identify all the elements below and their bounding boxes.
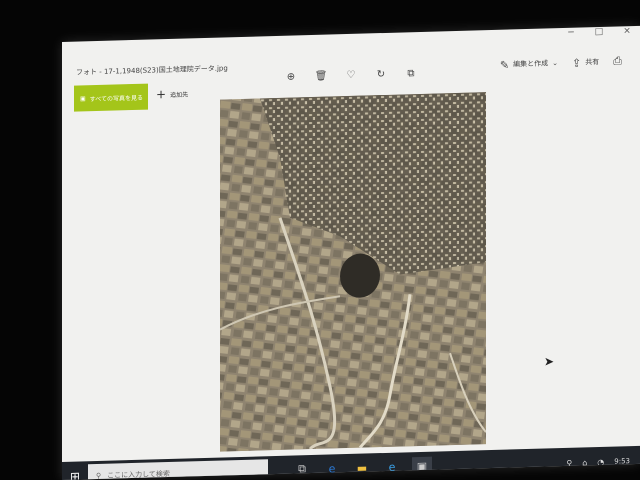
edit-create-button[interactable]: ✎ 編集と作成 ⌄	[499, 57, 558, 72]
photos-app-icon[interactable]: ▣	[412, 456, 432, 478]
task-view-icon[interactable]: ⧉	[292, 460, 312, 479]
zoom-in-icon[interactable]: ⊕	[284, 71, 298, 82]
system-tray: ⚲ ⌂ ◔ 9:53	[566, 457, 630, 467]
favorite-icon[interactable]: ♡	[344, 70, 358, 81]
volume-icon[interactable]: ◔	[597, 457, 604, 466]
taskbar-apps: ⧉ e ▬ e ▣	[292, 456, 432, 480]
file-explorer-icon[interactable]: ▬	[352, 458, 372, 477]
edit-label: 編集と作成	[513, 59, 549, 69]
add-to-button[interactable]: + 追加先	[156, 86, 188, 101]
print-button[interactable]: ⎙	[613, 54, 622, 68]
share-label: 共有	[585, 57, 600, 67]
view-all-photos-button[interactable]: ▣ すべての写真を見る	[74, 83, 148, 112]
taskbar-search-input[interactable]: ⚲ ここに入力して検索	[88, 459, 268, 480]
edge-icon[interactable]: e	[322, 459, 342, 478]
plus-icon: +	[156, 87, 167, 102]
aerial-photo	[219, 92, 487, 452]
chevron-down-icon: ⌄	[552, 59, 558, 68]
clock[interactable]: 9:53	[614, 457, 630, 465]
aerial-photo-image	[219, 92, 487, 452]
maximize-button[interactable]: □	[592, 27, 606, 41]
minimize-button[interactable]: −	[564, 28, 578, 42]
image-toolbar: ⊕ 🗑 ♡ ↻ ⧉	[284, 68, 418, 83]
app-window: フォト - 17-1,1948(S23)国土地理院データ.jpg − □ × ▣…	[62, 25, 640, 480]
search-icon: ⚲	[96, 471, 102, 480]
toolbar-right: ✎ 編集と作成 ⌄ ⇪ 共有 ⎙	[500, 54, 622, 71]
search-placeholder: ここに入力して検索	[107, 469, 170, 480]
close-button[interactable]: ×	[620, 26, 634, 40]
window-title: フォト - 17-1,1948(S23)国土地理院データ.jpg	[76, 64, 228, 77]
people-icon[interactable]: ⚲	[566, 458, 572, 467]
crop-icon[interactable]: ⧉	[404, 68, 418, 79]
delete-icon[interactable]: 🗑	[314, 71, 328, 82]
add-to-label: 追加先	[170, 90, 189, 99]
windows-start-icon[interactable]: ⊞	[62, 469, 88, 480]
mouse-cursor-icon: ➤	[544, 354, 555, 369]
print-icon: ⎙	[613, 54, 622, 68]
edit-icon: ✎	[499, 58, 510, 72]
photos-icon: ▣	[80, 94, 86, 102]
network-icon[interactable]: ⌂	[582, 458, 587, 467]
taskbar: ⊞ ⚲ ここに入力して検索 ⧉ e ▬ e ▣ ⚲ ⌂ ◔ 9:53	[62, 445, 640, 480]
rotate-icon[interactable]: ↻	[374, 69, 388, 80]
view-all-label: すべての写真を見る	[89, 94, 144, 103]
internet-explorer-icon[interactable]: e	[382, 458, 402, 477]
window-controls: − □ ×	[564, 26, 634, 42]
share-icon: ⇪	[571, 55, 582, 70]
share-button[interactable]: ⇪ 共有	[572, 55, 599, 69]
